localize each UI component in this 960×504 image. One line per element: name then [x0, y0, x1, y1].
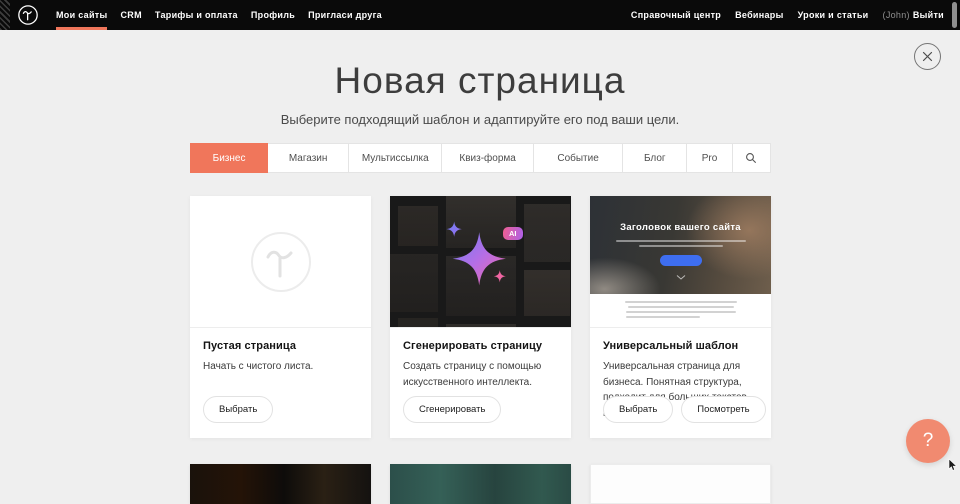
- select-button[interactable]: Выбрать: [203, 396, 273, 423]
- nav-item-crm[interactable]: CRM: [120, 0, 141, 30]
- template-text-block-preview: [590, 294, 771, 327]
- card-description: Создать страницу с помощью искусственног…: [403, 359, 558, 390]
- user-name: (John): [883, 10, 910, 20]
- tab-event[interactable]: Событие: [533, 143, 624, 173]
- template-hero-button: [660, 255, 702, 266]
- card-actions: Выбрать: [203, 396, 273, 423]
- tab-quiz-form[interactable]: Квиз-форма: [441, 143, 533, 173]
- card-title: Сгенерировать страницу: [403, 340, 558, 352]
- search-icon: [745, 152, 757, 164]
- search-tab-button[interactable]: [732, 143, 771, 173]
- card-actions: Выбрать Посмотреть: [603, 396, 766, 423]
- card-body: Сгенерировать страницу Создать страницу …: [390, 328, 571, 437]
- placeholder-text-line: [639, 245, 723, 247]
- page-subtitle: Выберите подходящий шаблон и адаптируйте…: [0, 112, 960, 127]
- card-actions: Сгенерировать: [403, 396, 501, 423]
- logout-link[interactable]: Выйти: [913, 10, 944, 20]
- tab-multilink[interactable]: Мультиссылка: [348, 143, 442, 173]
- placeholder-text-line: [626, 316, 700, 318]
- card-universal-template[interactable]: Заголовок вашего сайта Универсальный шаб…: [590, 196, 771, 438]
- mouse-cursor-icon: [948, 459, 957, 472]
- nav-item-webinars[interactable]: Вебинары: [735, 0, 784, 30]
- card-title: Пустая страница: [203, 340, 358, 352]
- nav-item-tariffs[interactable]: Тарифы и оплата: [155, 0, 238, 30]
- nav-item-lessons[interactable]: Уроки и статьи: [798, 0, 869, 30]
- nav-item-invite-friend[interactable]: Пригласи друга: [308, 0, 382, 30]
- template-card-partial[interactable]: [190, 464, 371, 504]
- user-logout[interactable]: (John)Выйти: [883, 0, 944, 30]
- tilda-logo-icon[interactable]: [17, 4, 39, 26]
- generate-button[interactable]: Сгенерировать: [403, 396, 501, 423]
- page-title: Новая страница: [0, 60, 960, 102]
- card-body: Пустая страница Начать с чистого листа. …: [190, 328, 371, 437]
- blank-page-preview: [190, 196, 371, 328]
- placeholder-text-line: [626, 311, 736, 313]
- template-cards-row: Пустая страница Начать с чистого листа. …: [190, 196, 771, 438]
- card-ai-generate[interactable]: AI Сгенерировать страницу Создать страни…: [390, 196, 571, 438]
- tab-blog[interactable]: Блог: [622, 143, 687, 173]
- placeholder-text-line: [616, 240, 746, 242]
- tilda-watermark-icon: [249, 230, 313, 294]
- card-description: Начать с чистого листа.: [203, 359, 358, 375]
- ai-generate-preview: AI: [390, 196, 571, 328]
- view-button[interactable]: Посмотреть: [681, 396, 765, 423]
- card-blank-page[interactable]: Пустая страница Начать с чистого листа. …: [190, 196, 371, 438]
- placeholder-text-line: [625, 301, 737, 303]
- nav-item-my-sites[interactable]: Мои сайты: [56, 0, 107, 30]
- template-cards-row-2: [190, 464, 771, 504]
- close-button[interactable]: [914, 43, 941, 70]
- universal-template-preview: Заголовок вашего сайта: [590, 196, 771, 328]
- topbar: Мои сайты CRM Тарифы и оплата Профиль Пр…: [0, 0, 960, 30]
- topbar-nav: Мои сайты CRM Тарифы и оплата Профиль Пр…: [56, 0, 395, 30]
- template-card-partial[interactable]: [590, 464, 771, 504]
- topbar-nav-right: Справочный центр Вебинары Уроки и статьи…: [617, 0, 944, 30]
- template-category-tabs: Бизнес Магазин Мультиссылка Квиз-форма С…: [190, 143, 771, 173]
- scrollbar-thumb[interactable]: [952, 2, 957, 28]
- template-card-partial[interactable]: [390, 464, 571, 504]
- card-title: Универсальный шаблон: [603, 340, 758, 352]
- card-body: Универсальный шаблон Универсальная стран…: [590, 328, 771, 437]
- tab-shop[interactable]: Магазин: [267, 143, 349, 173]
- chevron-down-icon: [676, 275, 686, 280]
- placeholder-text-line: [628, 306, 734, 308]
- tab-business[interactable]: Бизнес: [190, 143, 268, 173]
- select-button[interactable]: Выбрать: [603, 396, 673, 423]
- template-hero-preview: Заголовок вашего сайта: [590, 196, 771, 294]
- help-button[interactable]: ?: [906, 419, 950, 463]
- tab-pro[interactable]: Pro: [686, 143, 733, 173]
- close-icon: [922, 51, 933, 62]
- template-hero-heading: Заголовок вашего сайта: [620, 222, 741, 233]
- nav-item-profile[interactable]: Профиль: [251, 0, 295, 30]
- topbar-edge-texture: [0, 0, 10, 30]
- ai-badge: AI: [503, 227, 523, 240]
- nav-item-help-center[interactable]: Справочный центр: [631, 0, 721, 30]
